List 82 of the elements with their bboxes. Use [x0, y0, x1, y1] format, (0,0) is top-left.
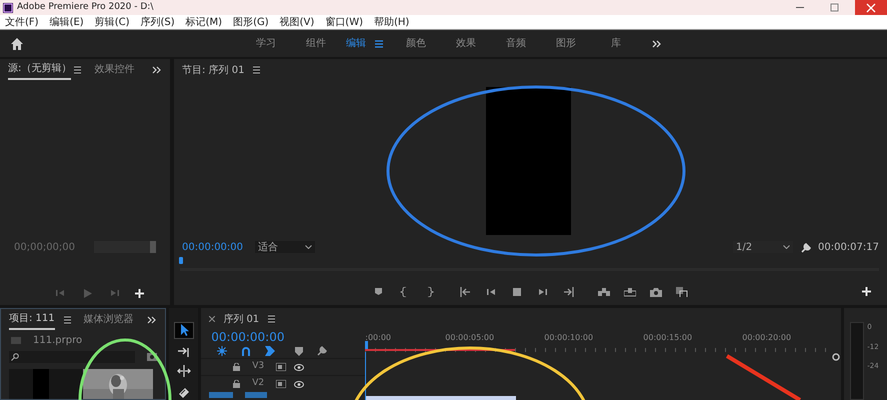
timecode: 00:00:00:00: [210, 330, 286, 344]
workspace-tab[interactable]: 音频: [491, 36, 541, 51]
ruler-label: 00:00:10:00: [544, 332, 594, 344]
ruler-label: 00:00:15:00: [643, 332, 694, 344]
search-icon: [11, 353, 19, 361]
app-icon: [3, 2, 13, 12]
tool-button[interactable]: [174, 322, 194, 338]
menu-item[interactable]: 剪辑(C): [94, 14, 130, 30]
workspace-tab[interactable]: 库: [591, 36, 641, 51]
workspace-tab[interactable]: 效果: [441, 36, 491, 51]
panel-tab[interactable]: 源:（无剪辑）: [8, 60, 72, 80]
overwrite-icon[interactable]: [624, 287, 636, 297]
zoom-dropdown[interactable]: 适合: [255, 241, 316, 253]
workspace-tab[interactable]: 图形: [541, 36, 591, 51]
more-icon[interactable]: [152, 66, 162, 74]
panel-tab[interactable]: 媒体浏览器: [84, 312, 134, 328]
menu-item[interactable]: 编辑(E): [50, 14, 84, 30]
insert-icon[interactable]: [598, 287, 610, 297]
close-icon[interactable]: [855, 0, 887, 15]
bin-icon: [11, 336, 21, 344]
panel-tab[interactable]: 项目: 111: [9, 310, 55, 330]
lock-icon[interactable]: [233, 363, 240, 371]
panel-tab[interactable]: 效果控件: [94, 62, 134, 78]
menu-item[interactable]: 标记(M): [186, 14, 222, 30]
search-field[interactable]: [9, 351, 136, 363]
step-back-icon[interactable]: [486, 287, 498, 297]
linked-selection-icon[interactable]: [265, 346, 276, 356]
go-to-out-icon[interactable]: [564, 287, 576, 297]
step-forward-icon[interactable]: [538, 287, 550, 297]
menu-item[interactable]: 视图(V): [280, 14, 314, 30]
track-label: V3: [252, 360, 264, 374]
menu-icon[interactable]: [73, 66, 82, 74]
go-to-in-icon[interactable]: [460, 287, 472, 297]
menu-icon[interactable]: [62, 316, 72, 324]
workspace-tab[interactable]: 学习: [241, 36, 291, 51]
eye-icon[interactable]: [294, 364, 304, 370]
add-icon[interactable]: [862, 287, 871, 296]
timecode: 00:00:00:00: [182, 240, 244, 254]
track-label: V2: [252, 377, 264, 390]
workspace-tab[interactable]: 编辑: [341, 36, 371, 51]
add-icon[interactable]: [135, 288, 144, 298]
clip-thumbnail[interactable]: [9, 369, 83, 399]
more-icon[interactable]: [147, 316, 158, 324]
more-icon[interactable]: [651, 38, 663, 48]
project-file-name: 111.prpro: [33, 334, 82, 348]
window-title: Adobe Premiere Pro 2020 - D:\: [17, 0, 154, 14]
sequence-tab[interactable]: 序列 01: [223, 312, 260, 326]
lock-icon[interactable]: [233, 380, 240, 388]
playhead[interactable]: [365, 341, 368, 349]
ripple-edit-icon: [176, 364, 191, 378]
snap-icon[interactable]: [241, 346, 252, 356]
home-icon[interactable]: [10, 36, 24, 50]
workspace-tab[interactable]: 组件: [291, 36, 341, 51]
menu-icon[interactable]: [267, 315, 276, 323]
scrollbar-handle[interactable]: [832, 353, 840, 361]
eye-icon[interactable]: [294, 380, 304, 388]
panel-title: 节目: 序列 01: [182, 64, 244, 78]
timecode: 00;00;00;00: [14, 240, 76, 254]
workspace-tab[interactable]: 颜色: [391, 36, 441, 51]
track-target[interactable]: [209, 392, 234, 398]
ruler-label: :00:00: [365, 332, 392, 344]
film-icon[interactable]: [276, 380, 286, 388]
close-icon[interactable]: [209, 316, 216, 322]
playhead[interactable]: [179, 257, 183, 264]
menu-icon[interactable]: [252, 66, 262, 74]
duration-timecode: 00:00:07:17: [818, 240, 879, 254]
menu-item[interactable]: 图形(G): [233, 14, 269, 30]
menu-item[interactable]: 序列(S): [140, 14, 175, 30]
track-target[interactable]: [245, 392, 268, 398]
ruler-label: 00:00:05:00: [445, 332, 496, 344]
marker-icon[interactable]: [295, 346, 304, 356]
menu-item[interactable]: 帮助(H): [374, 14, 410, 30]
stop-icon[interactable]: [512, 287, 524, 297]
caret-icon: [305, 245, 312, 249]
nest-icon[interactable]: [217, 346, 228, 356]
caret-icon: [782, 245, 790, 249]
compare-icon[interactable]: [676, 287, 688, 297]
film-icon[interactable]: [276, 363, 286, 371]
menu-item[interactable]: 窗口(W): [325, 14, 363, 30]
camera-icon[interactable]: [650, 287, 662, 297]
ruler-label: 00:00:20:00: [742, 332, 792, 344]
menu-item[interactable]: 文件(F): [5, 14, 39, 30]
